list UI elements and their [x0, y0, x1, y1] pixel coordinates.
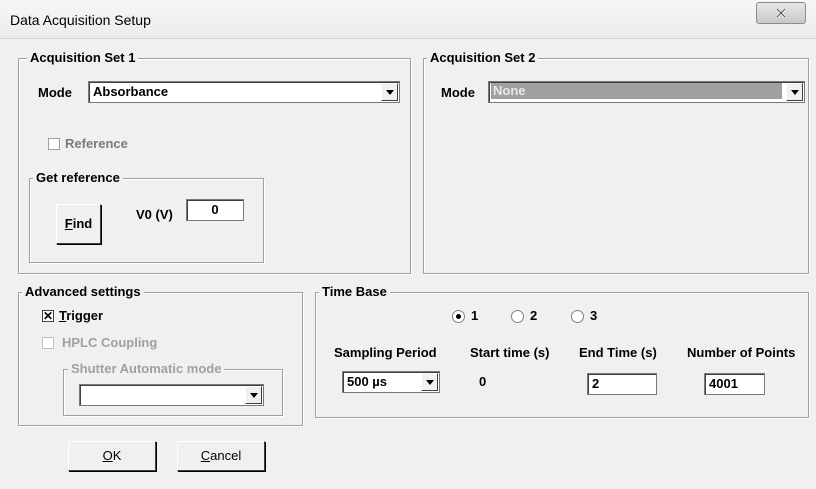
check-icon: ✕ — [42, 309, 54, 323]
hplc-coupling-checkbox — [42, 337, 54, 349]
start-time-value: 0 — [479, 374, 487, 389]
window-title: Data Acquisition Setup — [10, 12, 151, 28]
close-button[interactable] — [756, 2, 806, 24]
get-reference-title: Get reference — [33, 170, 123, 186]
shutter-mode-select[interactable] — [79, 384, 264, 406]
sampling-period-value: 500 µs — [347, 374, 388, 389]
time-base-title: Time Base — [319, 284, 390, 300]
ok-button-label: K — [112, 448, 122, 463]
chevron-down-icon[interactable] — [786, 83, 803, 101]
acq2-mode-value: None — [491, 83, 782, 99]
radio-option-1[interactable] — [452, 310, 465, 323]
end-time-label: End Time (s) — [579, 345, 657, 360]
start-time-label: Start time (s) — [470, 345, 550, 360]
advanced-settings-title: Advanced settings — [22, 284, 144, 300]
end-time-input[interactable]: 2 — [587, 373, 657, 395]
hplc-coupling-label: HPLC Coupling — [62, 335, 158, 350]
sampling-period-select[interactable]: 500 µs — [342, 371, 440, 393]
acq1-mode-value: Absorbance — [93, 84, 169, 99]
chevron-down-icon[interactable] — [381, 83, 398, 101]
acquisition-set-1-title: Acquisition Set 1 — [27, 50, 139, 66]
shutter-automatic-title: Shutter Automatic mode — [68, 361, 225, 377]
ok-button-mnemonic: O — [102, 448, 113, 463]
chevron-down-icon[interactable] — [245, 386, 262, 404]
reference-label: Reference — [65, 136, 128, 151]
radio-option-1-label: 1 — [471, 308, 479, 323]
title-bar: Data Acquisition Setup — [0, 0, 816, 39]
trigger-label-rest: rigger — [66, 308, 104, 323]
find-button-label: ind — [72, 216, 93, 231]
trigger-checkbox[interactable]: ✕ — [42, 310, 54, 322]
radio-option-3-label: 3 — [590, 308, 598, 323]
reference-checkbox[interactable] — [48, 138, 60, 150]
v0-label: V0 (V) — [136, 207, 173, 222]
cancel-button[interactable]: Cancel — [177, 441, 265, 471]
v0-input[interactable]: 0 — [186, 199, 244, 221]
acq2-mode-label: Mode — [441, 85, 475, 100]
chevron-down-icon[interactable] — [421, 373, 438, 391]
find-button[interactable]: Find — [56, 204, 101, 244]
ok-button[interactable]: OK — [68, 441, 156, 471]
sampling-period-label: Sampling Period — [334, 345, 437, 360]
radio-option-2-label: 2 — [530, 308, 538, 323]
cancel-button-mnemonic: C — [200, 448, 211, 463]
radio-option-2[interactable] — [511, 310, 524, 323]
acq1-mode-label: Mode — [38, 85, 72, 100]
number-of-points-label: Number of Points — [687, 345, 796, 360]
acq2-mode-select[interactable]: None — [488, 81, 805, 103]
acq1-mode-select[interactable]: Absorbance — [88, 81, 400, 103]
acquisition-set-2-title: Acquisition Set 2 — [427, 50, 539, 66]
trigger-label: Trigger — [59, 308, 103, 324]
close-icon — [775, 7, 787, 19]
number-of-points-input[interactable]: 4001 — [704, 373, 765, 395]
cancel-button-label: ancel — [210, 448, 242, 463]
radio-option-3[interactable] — [571, 310, 584, 323]
find-button-mnemonic: F — [64, 216, 73, 231]
dialog-window: Data Acquisition Setup Acquisition Set 1… — [0, 0, 816, 489]
